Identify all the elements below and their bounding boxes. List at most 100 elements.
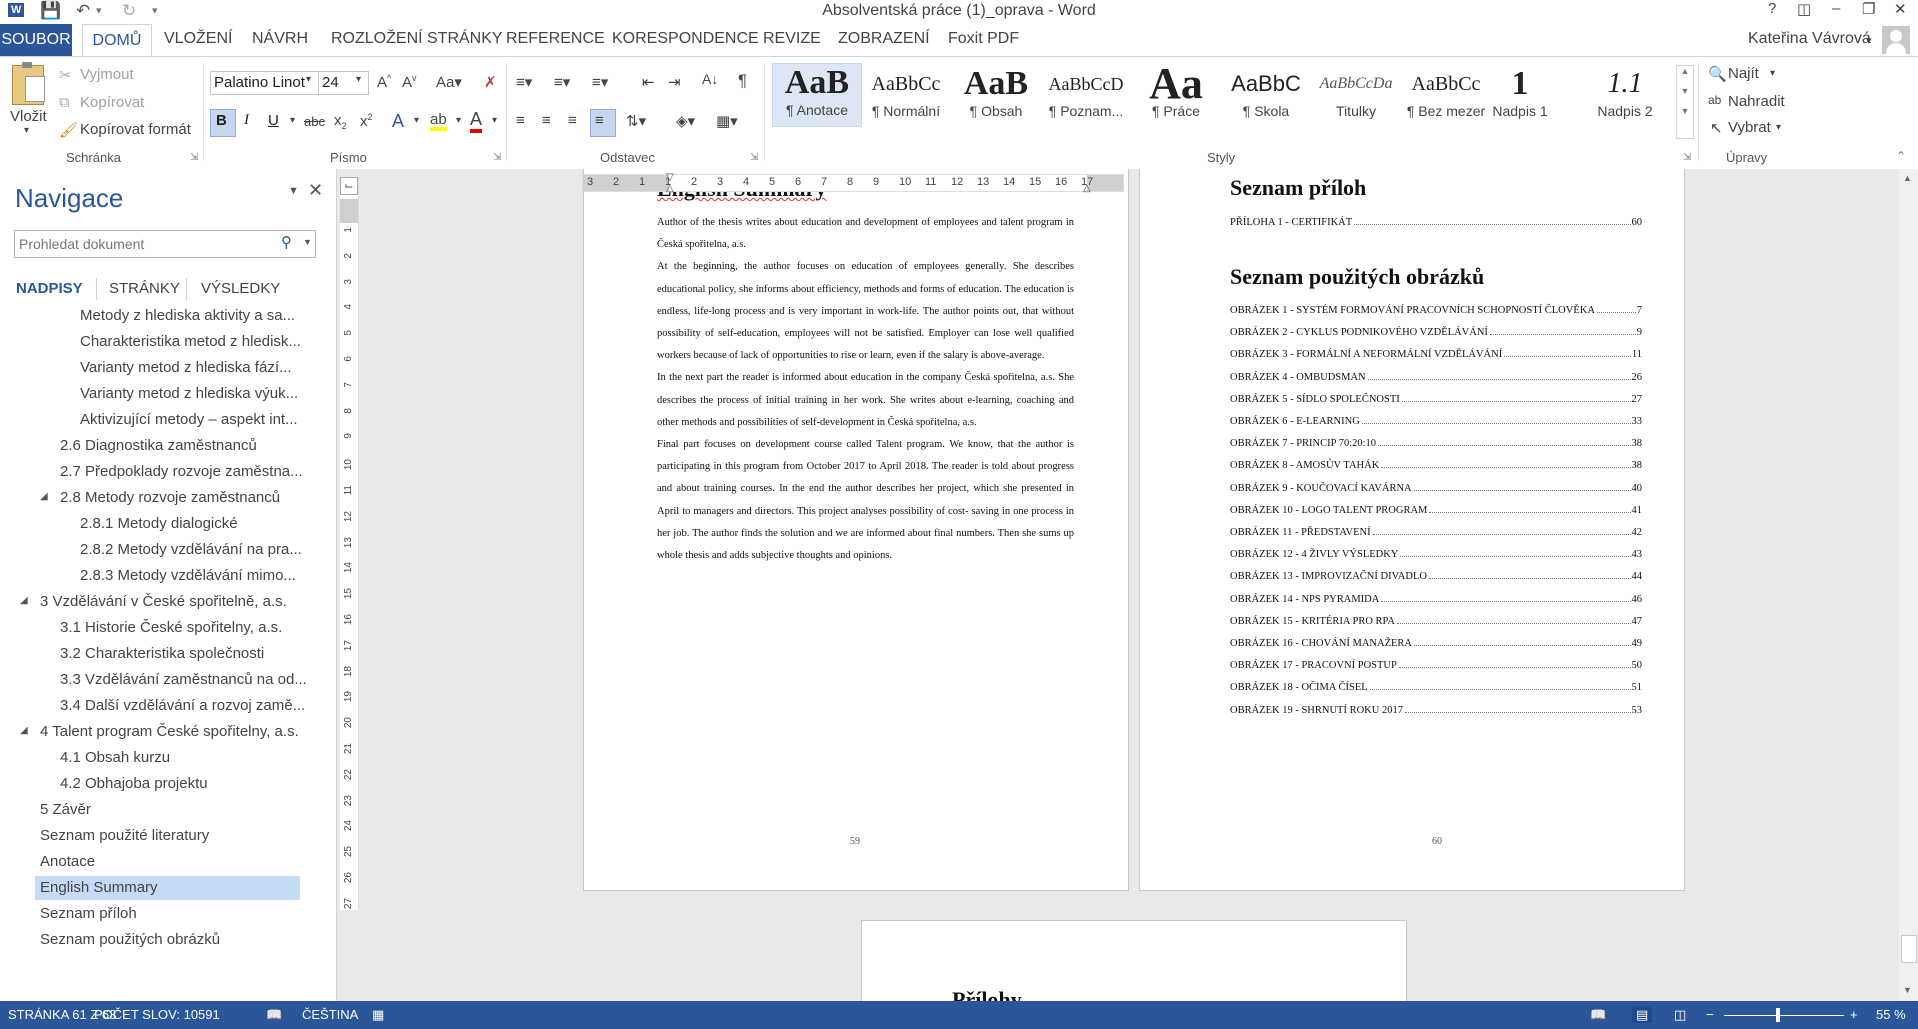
replace-button[interactable]: Nahradit bbox=[1728, 93, 1785, 110]
collapse-triangle-icon[interactable]: ◢ bbox=[20, 725, 28, 736]
nav-item[interactable]: Seznam použitých obrázků bbox=[40, 931, 220, 948]
nav-search-input[interactable] bbox=[17, 233, 281, 255]
font-launcher-icon[interactable]: ⇲ bbox=[493, 152, 501, 163]
decrease-indent-icon[interactable]: ⇤ bbox=[642, 73, 655, 91]
proofing-icon[interactable]: 📖 bbox=[266, 1007, 282, 1023]
tab-review[interactable]: REVIZE bbox=[763, 30, 821, 48]
grow-font-icon[interactable]: A^ bbox=[377, 73, 391, 91]
font-family-select[interactable]: Palatino Linot bbox=[210, 71, 319, 95]
first-line-indent-icon[interactable]: ▽ bbox=[666, 172, 674, 183]
styles-launcher-icon[interactable]: ⇲ bbox=[1683, 152, 1691, 163]
increase-indent-icon[interactable]: ⇥ bbox=[668, 73, 681, 91]
paragraph-launcher-icon[interactable]: ⇲ bbox=[750, 152, 758, 163]
change-case-icon[interactable]: Aa▾ bbox=[436, 73, 462, 91]
multilevel-list-icon[interactable]: ≡▾ bbox=[592, 73, 608, 91]
nav-tab-pages[interactable]: STRÁNKY bbox=[109, 280, 180, 297]
toc-row[interactable]: OBRÁZEK 2 - CYKLUS PODNIKOVÉHO VZDĚLÁVÁN… bbox=[1230, 320, 1642, 338]
underline-icon[interactable]: U bbox=[268, 112, 279, 129]
nav-item[interactable]: 3.1 Historie České spořitelny, a.s. bbox=[60, 619, 282, 636]
line-spacing-icon[interactable]: ⇅▾ bbox=[626, 112, 646, 130]
ribbon-display-options-icon[interactable]: ◫ bbox=[1797, 0, 1811, 18]
toc-row[interactable]: PŘÍLOHA 1 - CERTIFIKÁT 60 bbox=[1230, 210, 1642, 228]
italic-icon[interactable]: I bbox=[244, 112, 249, 129]
right-indent-icon[interactable]: △ bbox=[1083, 183, 1091, 194]
tab-references[interactable]: REFERENCE bbox=[506, 30, 605, 48]
font-color-icon[interactable]: A bbox=[470, 109, 483, 133]
toc-row[interactable]: OBRÁZEK 7 - PRINCIP 70:20:10 38 bbox=[1230, 431, 1642, 449]
style-obsah[interactable]: AaB ¶ Obsah bbox=[952, 65, 1040, 127]
macro-icon[interactable]: ▦ bbox=[372, 1007, 384, 1023]
tab-layout[interactable]: ROZLOŽENÍ STRÁNKY bbox=[331, 30, 503, 48]
help-button[interactable]: ? bbox=[1768, 0, 1776, 17]
clipboard-launcher-icon[interactable]: ⇲ bbox=[190, 152, 198, 163]
nav-item[interactable]: Seznam příloh bbox=[40, 905, 137, 922]
numbering-icon[interactable]: ≡▾ bbox=[554, 73, 570, 91]
nav-item[interactable]: Varianty metod z hlediska výuk... bbox=[80, 385, 298, 402]
find-button[interactable]: Najít bbox=[1728, 65, 1759, 82]
toc-row[interactable]: OBRÁZEK 1 - SYSTÉM FORMOVÁNÍ PRACOVNÍCH … bbox=[1230, 298, 1642, 316]
tab-mailings[interactable]: KORESPONDENCE bbox=[612, 30, 759, 48]
toc-row[interactable]: OBRÁZEK 13 - IMPROVIZAČNÍ DIVADLO 44 bbox=[1230, 564, 1642, 582]
avatar[interactable] bbox=[1882, 26, 1910, 54]
nav-item[interactable]: 2.8.3 Metody vzdělávání mimo... bbox=[80, 567, 296, 584]
vertical-scrollbar[interactable]: ▲ ▼ bbox=[1899, 169, 1918, 1001]
tab-insert[interactable]: VLOŽENÍ bbox=[164, 30, 232, 48]
nav-item[interactable]: 4 Talent program České spořitelny, a.s. bbox=[40, 723, 299, 740]
print-layout-icon[interactable]: ▤ bbox=[1632, 1007, 1653, 1023]
select-button[interactable]: Vybrat bbox=[1728, 119, 1771, 136]
font-size-dropdown-icon[interactable]: ▾ bbox=[356, 74, 361, 85]
font-size-select[interactable]: 24 bbox=[318, 71, 369, 95]
scroll-down-icon[interactable]: ▼ bbox=[1903, 985, 1912, 995]
scroll-thumb[interactable] bbox=[1901, 935, 1917, 963]
toc-row[interactable]: OBRÁZEK 4 - OMBUDSMAN 26 bbox=[1230, 365, 1642, 383]
nav-item[interactable]: 2.8.2 Metody vzdělávání na pra... bbox=[80, 541, 302, 558]
hanging-indent-icon[interactable]: △ bbox=[666, 183, 674, 194]
align-left-icon[interactable]: ≡ bbox=[516, 112, 525, 129]
toc-row[interactable]: OBRÁZEK 12 - 4 ŽIVLY VÝSLEDKY 43 bbox=[1230, 542, 1642, 560]
nav-item[interactable]: 2.7 Předpoklady rozvoje zaměstna... bbox=[60, 463, 303, 480]
toc-row[interactable]: OBRÁZEK 18 - OČIMA ČÍSEL 51 bbox=[1230, 675, 1642, 693]
text-effects-icon[interactable]: A bbox=[392, 111, 404, 132]
copy-button[interactable]: Kopírovat bbox=[80, 94, 144, 111]
nav-item[interactable]: 4.2 Obhajoba projektu bbox=[60, 775, 208, 792]
toc-row[interactable]: OBRÁZEK 11 - PŘEDSTAVENÍ 42 bbox=[1230, 520, 1642, 538]
subscript-icon[interactable]: x2 bbox=[334, 112, 347, 131]
minimize-button[interactable]: – bbox=[1832, 0, 1840, 17]
bold-icon[interactable]: B bbox=[216, 112, 227, 129]
nav-close-icon[interactable]: ✕ bbox=[308, 180, 323, 201]
search-dropdown-icon[interactable]: ▼ bbox=[303, 237, 312, 247]
tab-selector-icon[interactable]: ⌙ bbox=[340, 177, 358, 195]
toc-row[interactable]: OBRÁZEK 10 - LOGO TALENT PROGRAM 41 bbox=[1230, 498, 1642, 516]
find-dropdown-icon[interactable]: ▾ bbox=[1770, 68, 1775, 79]
toc-row[interactable]: OBRÁZEK 8 - AMOSŮV TAHÁK 38 bbox=[1230, 453, 1642, 471]
nav-item[interactable]: 2.6 Diagnostika zaměstnanců bbox=[60, 437, 257, 454]
align-center-icon[interactable]: ≡ bbox=[542, 112, 551, 129]
web-layout-icon[interactable]: ◫ bbox=[1674, 1007, 1686, 1023]
tab-file[interactable]: SOUBOR bbox=[0, 24, 72, 56]
toc-row[interactable]: OBRÁZEK 5 - SÍDLO SPOLEČNOSTI 27 bbox=[1230, 387, 1642, 405]
nav-item[interactable]: 2.8.1 Metody dialogické bbox=[80, 515, 238, 532]
styles-scroll[interactable]: ▲ ▼ ▼ bbox=[1676, 65, 1694, 139]
bullets-icon[interactable]: ≡▾ bbox=[516, 73, 532, 91]
tab-view[interactable]: ZOBRAZENÍ bbox=[838, 30, 930, 48]
shrink-font-icon[interactable]: Av bbox=[402, 73, 417, 91]
font-family-dropdown-icon[interactable]: ▾ bbox=[306, 74, 311, 85]
borders-icon[interactable]: ▦▾ bbox=[716, 112, 738, 130]
zoom-slider[interactable] bbox=[1724, 1015, 1844, 1016]
clear-formatting-icon[interactable]: ✗ bbox=[484, 73, 497, 91]
collapse-ribbon-icon[interactable]: ⌃ bbox=[1896, 149, 1906, 163]
scroll-up-icon[interactable]: ▲ bbox=[1903, 173, 1912, 183]
shading-icon[interactable]: ◈▾ bbox=[676, 112, 695, 130]
toc-row[interactable]: OBRÁZEK 17 - PRACOVNÍ POSTUP 50 bbox=[1230, 653, 1642, 671]
nav-item[interactable]: Varianty metod z hlediska fází... bbox=[80, 359, 292, 376]
nav-tab-headings[interactable]: NADPISY bbox=[16, 280, 83, 297]
strikethrough-icon[interactable]: abc bbox=[304, 114, 325, 129]
toc-row[interactable]: OBRÁZEK 15 - KRITÉRIA PRO RPA 47 bbox=[1230, 609, 1642, 627]
zoom-slider-thumb[interactable] bbox=[1776, 1008, 1780, 1022]
highlight-icon[interactable]: ab bbox=[430, 112, 447, 131]
zoom-level[interactable]: 55 % bbox=[1876, 1007, 1906, 1022]
nav-item[interactable]: 3.2 Charakteristika společnosti bbox=[60, 645, 264, 662]
toc-row[interactable]: OBRÁZEK 16 - CHOVÁNÍ MANAŽERA 49 bbox=[1230, 631, 1642, 649]
language[interactable]: ČEŠTINA bbox=[302, 1007, 358, 1022]
nav-item[interactable]: 3.4 Další vzdělávání a rozvoj zamě... bbox=[60, 697, 305, 714]
